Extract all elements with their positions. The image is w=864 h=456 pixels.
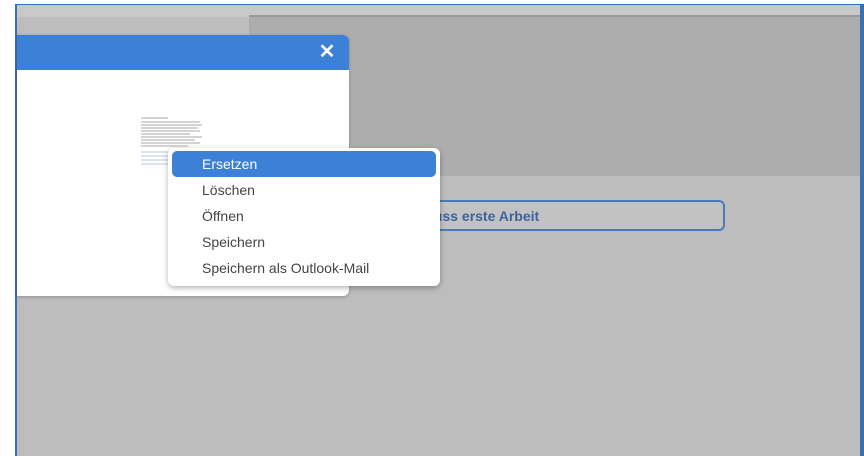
document-title-label: luss erste Arbeit — [430, 207, 540, 224]
dialog-header: ✕ — [17, 35, 349, 70]
document-title-field[interactable]: luss erste Arbeit — [420, 200, 725, 231]
menu-item-replace[interactable]: Ersetzen — [172, 151, 436, 177]
close-icon[interactable]: ✕ — [315, 40, 339, 64]
menu-item-save[interactable]: Speichern — [172, 229, 436, 255]
window-edge — [860, 5, 864, 456]
menu-item-delete[interactable]: Löschen — [172, 177, 436, 203]
menu-item-save-as-outlook-mail[interactable]: Speichern als Outlook-Mail — [172, 255, 436, 281]
menu-item-open[interactable]: Öffnen — [172, 203, 436, 229]
context-menu: Ersetzen Löschen Öffnen Speichern Speich… — [168, 148, 440, 286]
